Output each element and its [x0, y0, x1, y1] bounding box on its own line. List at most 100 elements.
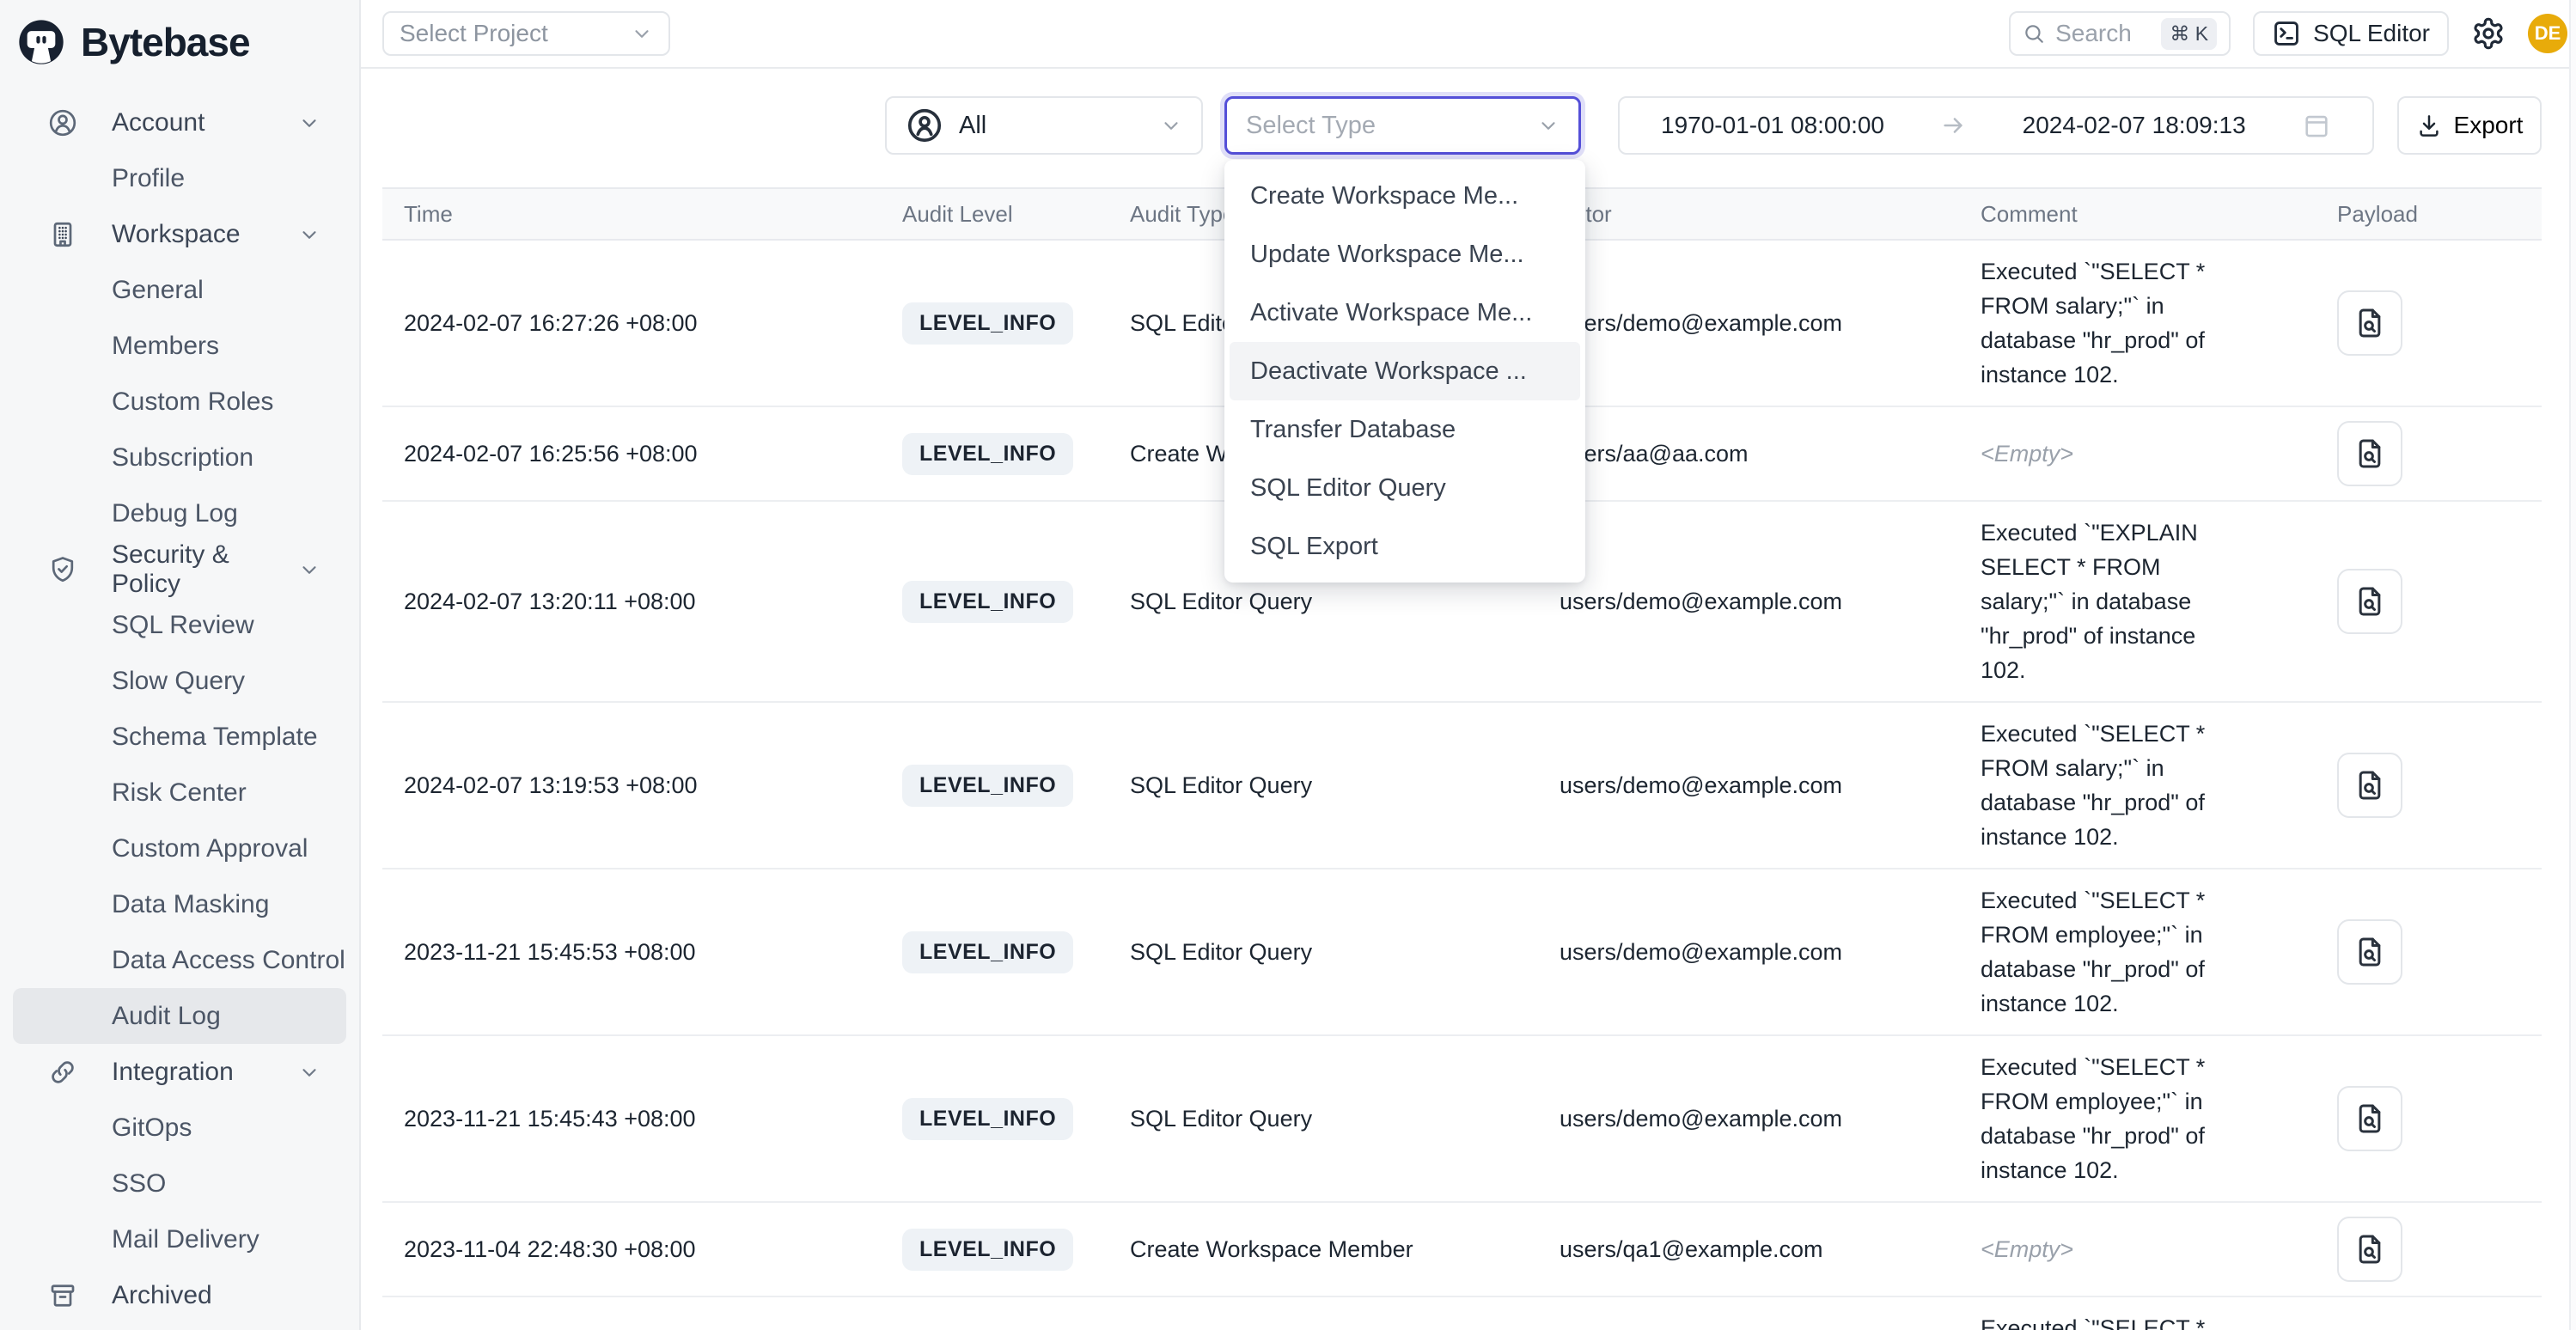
sidebar-item-schema-template[interactable]: Schema Template: [13, 709, 346, 765]
sidebar-item-mail-delivery[interactable]: Mail Delivery: [13, 1211, 346, 1267]
cell-audit-level: LEVEL_INFO: [902, 433, 1130, 475]
cell-actor: users/demo@example.com: [1560, 589, 1981, 615]
menu-item-deactivate-workspace[interactable]: Deactivate Workspace ...: [1230, 342, 1580, 400]
file-search-icon: [2353, 768, 2387, 802]
cell-audit-level: LEVEL_INFO: [902, 765, 1130, 807]
user-circle-icon: [47, 107, 78, 138]
cell-audit-level: LEVEL_INFO: [902, 1229, 1130, 1271]
column-header-comment: Comment: [1981, 201, 2337, 228]
scrollbar-track[interactable]: [2569, 0, 2576, 1330]
sidebar-item-debug-log[interactable]: Debug Log: [13, 485, 346, 541]
menu-item-sql-export[interactable]: SQL Export: [1230, 517, 1580, 576]
sidebar-label: Data Masking: [112, 890, 269, 919]
sidebar-item-slow-query[interactable]: Slow Query: [13, 653, 346, 709]
cell-payload: [2337, 290, 2542, 356]
sidebar-label: Workspace: [112, 220, 241, 249]
table-row: 2023-11-04 22:48:30 +08:00LEVEL_INFOCrea…: [382, 1203, 2542, 1297]
view-payload-button[interactable]: [2337, 421, 2402, 486]
view-payload-button[interactable]: [2337, 1086, 2402, 1151]
file-search-icon: [2353, 584, 2387, 619]
archive-icon: [47, 1280, 78, 1311]
sidebar-label: Schema Template: [112, 723, 318, 752]
sidebar-label: Custom Approval: [112, 834, 308, 863]
sidebar-item-gitops[interactable]: GitOps: [13, 1100, 346, 1156]
sidebar-item-data-access-control[interactable]: Data Access Control: [13, 932, 346, 988]
sidebar-item-sso[interactable]: SSO: [13, 1156, 346, 1211]
brand-logo[interactable]: Bytebase: [0, 0, 359, 74]
table-row: 2023-11-04 21:26:34 +08:00LEVEL_INFOSQL …: [382, 1297, 2542, 1330]
sidebar-label: Archived: [112, 1281, 212, 1310]
avatar[interactable]: DE: [2528, 14, 2567, 53]
sidebar-label: GitOps: [112, 1113, 192, 1143]
actor-filter-value: All: [959, 112, 1145, 140]
view-payload-button[interactable]: [2337, 919, 2402, 985]
sidebar-item-custom-approval[interactable]: Custom Approval: [13, 821, 346, 876]
sidebar-section-workspace[interactable]: Workspace: [13, 206, 346, 262]
sidebar-item-general[interactable]: General: [13, 262, 346, 318]
level-badge: LEVEL_INFO: [902, 1098, 1073, 1140]
level-badge: LEVEL_INFO: [902, 433, 1073, 475]
project-select[interactable]: Select Project: [382, 11, 670, 56]
cell-actor: users/demo@example.com: [1560, 310, 1981, 337]
date-range-picker[interactable]: 1970-01-01 08:00:00 2024-02-07 18:09:13: [1618, 96, 2374, 155]
terminal-icon: [2272, 19, 2301, 48]
actor-filter-select[interactable]: All: [885, 96, 1203, 155]
sidebar-item-audit-log[interactable]: Audit Log: [13, 988, 346, 1044]
search-icon: [2023, 22, 2045, 45]
sidebar: Bytebase AccountProfile Workspace General M…: [0, 0, 361, 1330]
filter-bar: All Select Type 1970-01-01 08:00:00 2024…: [885, 96, 2542, 155]
sidebar-label: SSO: [112, 1169, 166, 1199]
menu-item-transfer-database[interactable]: Transfer Database: [1230, 400, 1580, 459]
sidebar-section-integration[interactable]: Integration: [13, 1044, 346, 1100]
search-shortcut-badge: ⌘ K: [2161, 18, 2217, 50]
cell-audit-type: SQL Editor Query: [1130, 772, 1560, 799]
sidebar-item-risk-center[interactable]: Risk Center: [13, 765, 346, 821]
cell-payload: [2337, 569, 2542, 634]
menu-item-activate-workspace-me[interactable]: Activate Workspace Me...: [1230, 284, 1580, 342]
sidebar-section-security-policy[interactable]: Security & Policy: [13, 541, 346, 597]
cell-audit-level: LEVEL_INFO: [902, 1098, 1130, 1140]
menu-item-sql-editor-query[interactable]: SQL Editor Query: [1230, 459, 1580, 517]
cell-audit-type: Create Workspace Member: [1130, 1236, 1560, 1263]
view-payload-button[interactable]: [2337, 290, 2402, 356]
sidebar-label: Members: [112, 332, 219, 361]
sidebar-label: Debug Log: [112, 499, 238, 528]
cell-actor: users/demo@example.com: [1560, 772, 1981, 799]
project-select-placeholder: Select Project: [400, 20, 631, 47]
sidebar-item-data-masking[interactable]: Data Masking: [13, 876, 346, 932]
view-payload-button[interactable]: [2337, 753, 2402, 818]
gear-icon[interactable]: [2471, 16, 2506, 51]
chevron-down-icon: [298, 223, 320, 246]
sidebar-label: General: [112, 276, 204, 305]
column-header-actor: Actor: [1560, 201, 1981, 228]
sql-editor-button[interactable]: SQL Editor: [2253, 11, 2449, 56]
cell-comment: <Empty>: [1981, 1218, 2337, 1280]
sidebar-item-sql-review[interactable]: SQL Review: [13, 597, 346, 653]
cell-time: 2024-02-07 13:19:53 +08:00: [382, 772, 902, 799]
sidebar-item-subscription[interactable]: Subscription: [13, 430, 346, 485]
person-circle-icon: [906, 107, 943, 144]
menu-item-update-workspace-me[interactable]: Update Workspace Me...: [1230, 225, 1580, 284]
cell-actor: users/demo@example.com: [1560, 939, 1981, 966]
sidebar-item-custom-roles[interactable]: Custom Roles: [13, 374, 346, 430]
building-icon: [47, 219, 78, 250]
menu-item-create-workspace-me[interactable]: Create Workspace Me...: [1230, 167, 1580, 225]
cell-time: 2024-02-07 13:20:11 +08:00: [382, 589, 902, 615]
sidebar-section-archived[interactable]: Archived: [13, 1267, 346, 1323]
export-button[interactable]: Export: [2397, 96, 2542, 155]
cell-comment: Executed `"SELECT * FROM employee;"` in …: [1981, 869, 2337, 1034]
type-filter-select[interactable]: Select Type: [1224, 96, 1581, 155]
search-input[interactable]: Search ⌘ K: [2009, 11, 2231, 56]
level-badge: LEVEL_INFO: [902, 765, 1073, 807]
shield-check-icon: [47, 554, 78, 585]
sidebar-item-profile[interactable]: Profile: [13, 150, 346, 206]
type-filter-menu: Create Workspace Me...Update Workspace M…: [1224, 160, 1585, 583]
view-payload-button[interactable]: [2337, 1217, 2402, 1282]
cell-payload: [2337, 421, 2542, 486]
export-label: Export: [2454, 112, 2524, 139]
sidebar-item-members[interactable]: Members: [13, 318, 346, 374]
view-payload-button[interactable]: [2337, 569, 2402, 634]
sidebar-label: Audit Log: [112, 1002, 221, 1031]
sidebar-section-account[interactable]: Account: [13, 95, 346, 150]
cell-time: 2023-11-21 15:45:43 +08:00: [382, 1106, 902, 1132]
